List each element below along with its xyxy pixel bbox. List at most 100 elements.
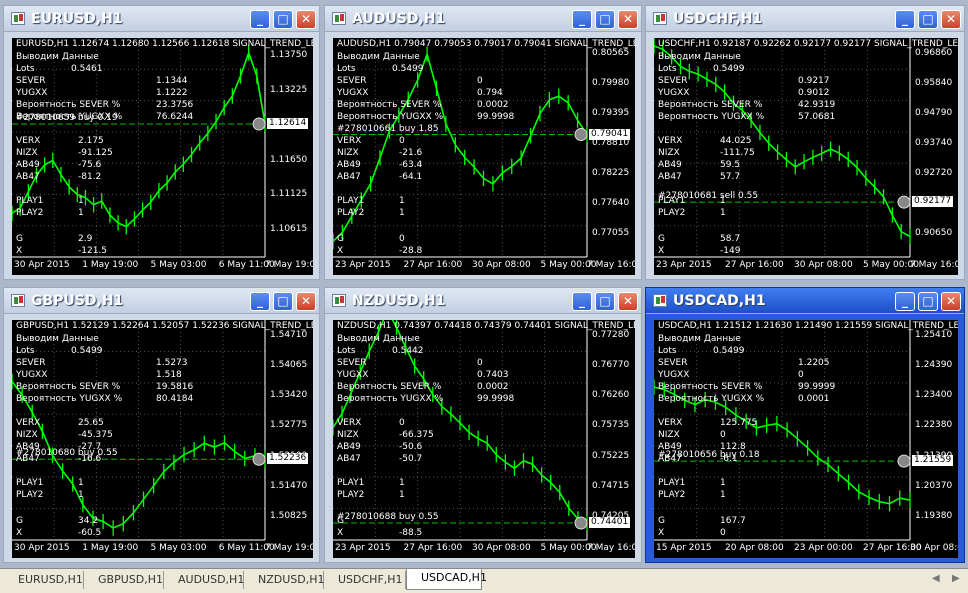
- chart-window-usdchf[interactable]: USDCHF,H1 _ □ ✕ USDCHF,H1 0.92187 0.9226…: [645, 5, 965, 280]
- chart-window-eurusd[interactable]: EURUSD,H1 _ □ ✕ EURUSD,H1 1.12674 1.1268…: [3, 5, 320, 280]
- price-chart[interactable]: USDCHF,H1 0.92187 0.92262 0.92177 0.9217…: [654, 38, 958, 275]
- info-label: Вероятность YUGXX %: [658, 394, 765, 404]
- info-label: SEVER: [337, 76, 367, 86]
- window-title: GBPUSD,H1: [31, 293, 124, 309]
- info-label: Вероятность SEVER %: [658, 100, 763, 110]
- info-row: Вероятность YUGXX % 99.9998: [337, 111, 514, 123]
- close-button[interactable]: ✕: [941, 10, 961, 29]
- info-value: 76.6244: [156, 112, 194, 122]
- info-label: YUGXX: [658, 370, 690, 380]
- order-marker-icon[interactable]: [897, 454, 911, 468]
- order-label: #278010656 buy 0.18: [658, 450, 760, 461]
- window-title: NZDUSD,H1: [352, 293, 446, 309]
- price-tick-label: 1.24390: [915, 360, 953, 371]
- info-row: X -88.5: [337, 527, 443, 539]
- info-value: 0.5499: [71, 346, 103, 356]
- info-value: 99.9999: [798, 382, 836, 392]
- indicator-info-panel: Выводим Данные Lots 0.5442 SEVER 0 YUGXX…: [337, 333, 514, 539]
- minimize-button[interactable]: _: [572, 292, 592, 311]
- tab-scroll-left-icon[interactable]: ◀: [932, 573, 940, 584]
- info-row: PLAY2 1: [658, 489, 764, 501]
- order-marker-icon[interactable]: [574, 128, 588, 142]
- chart-header: GBPUSD,H1 1.52129 1.52264 1.52057 1.5223…: [16, 321, 313, 331]
- info-value: 99.9998: [477, 112, 515, 122]
- maximize-button[interactable]: □: [595, 10, 615, 29]
- minimize-button[interactable]: _: [250, 10, 270, 29]
- window-title: USDCHF,H1: [673, 11, 763, 27]
- close-button[interactable]: ✕: [618, 292, 638, 311]
- chart-window-nzdusd[interactable]: NZDUSD,H1 _ □ ✕ NZDUSD,H1 0.74397 0.7441…: [324, 287, 642, 563]
- info-row: PLAY2 1: [658, 207, 764, 219]
- price-tick-label: 1.52775: [270, 420, 308, 431]
- info-value: 0: [399, 418, 405, 428]
- info-row: Lots 0.5461: [16, 63, 122, 75]
- info-row: VERX 25.65: [16, 417, 122, 429]
- close-button[interactable]: ✕: [296, 292, 316, 311]
- chart-window-audusd[interactable]: AUDUSD,H1 _ □ ✕ AUDUSD,H1 0.79047 0.7905…: [324, 5, 642, 280]
- info-value: -149: [720, 246, 741, 256]
- price-tick-label: 1.10615: [270, 224, 308, 235]
- window-titlebar[interactable]: AUDUSD,H1 _ □ ✕: [325, 6, 641, 32]
- window-titlebar[interactable]: USDCHF,H1 _ □ ✕: [646, 6, 964, 32]
- window-titlebar[interactable]: USDCAD,H1 _ □ ✕: [646, 288, 964, 314]
- info-row: Выводим Данные: [337, 51, 443, 63]
- price-chart[interactable]: NZDUSD,H1 0.74397 0.74418 0.74379 0.7440…: [333, 320, 635, 558]
- tab-gbpusd-h1[interactable]: GBPUSD,H1: [84, 571, 164, 589]
- maximize-button[interactable]: □: [595, 292, 615, 311]
- info-label: AB47: [337, 454, 361, 464]
- info-value: 1: [399, 478, 405, 488]
- info-label: NIZX: [658, 148, 680, 158]
- info-label: PLAY2: [16, 490, 44, 500]
- tab-usdchf-h1[interactable]: USDCHF,H1: [324, 571, 406, 589]
- order-marker-icon[interactable]: [252, 117, 266, 131]
- info-label: AB47: [337, 172, 361, 182]
- maximize-button[interactable]: □: [273, 10, 293, 29]
- info-row: NIZX -111.75: [658, 147, 764, 159]
- tab-eurusd-h1[interactable]: EURUSD,H1: [4, 571, 84, 589]
- tab-audusd-h1[interactable]: AUDUSD,H1: [164, 571, 244, 589]
- info-value: 58.7: [720, 234, 741, 244]
- price-chart[interactable]: GBPUSD,H1 1.52129 1.52264 1.52057 1.5223…: [12, 320, 313, 558]
- info-row: X -28.8: [337, 245, 443, 257]
- info-row: YUGXX 0.7403: [337, 369, 509, 381]
- info-label: NIZX: [658, 430, 680, 440]
- maximize-button[interactable]: □: [918, 292, 938, 311]
- price-chart[interactable]: AUDUSD,H1 0.79047 0.79053 0.79017 0.7904…: [333, 38, 635, 275]
- info-label: G: [658, 234, 665, 244]
- info-label: YUGXX: [16, 88, 48, 98]
- price-tick-label: 0.76260: [592, 390, 630, 401]
- chart-window-gbpusd[interactable]: GBPUSD,H1 _ □ ✕ GBPUSD,H1 1.52129 1.5226…: [3, 287, 320, 563]
- chart-window-usdcad[interactable]: USDCAD,H1 _ □ ✕ USDCAD,H1 1.21512 1.2163…: [645, 287, 965, 563]
- minimize-button[interactable]: _: [250, 292, 270, 311]
- info-label: Lots: [16, 346, 35, 356]
- minimize-button[interactable]: _: [895, 292, 915, 311]
- info-label: VERX: [337, 418, 362, 428]
- window-titlebar[interactable]: GBPUSD,H1 _ □ ✕: [4, 288, 319, 314]
- info-label: Вероятность SEVER %: [658, 382, 763, 392]
- order-label: #278010661 buy 1.85: [337, 123, 439, 134]
- price-tick-label: 0.77280: [592, 330, 630, 341]
- maximize-button[interactable]: □: [273, 292, 293, 311]
- info-value: 0.794: [477, 88, 503, 98]
- order-marker-icon[interactable]: [897, 195, 911, 209]
- minimize-button[interactable]: _: [895, 10, 915, 29]
- close-button[interactable]: ✕: [941, 292, 961, 311]
- tab-usdcad-h1[interactable]: USDCAD,H1: [406, 569, 487, 590]
- info-label: Выводим Данные: [658, 52, 741, 62]
- info-label: Вероятность SEVER %: [16, 100, 121, 110]
- info-value: 59.5: [720, 160, 741, 170]
- info-label: YUGXX: [16, 370, 48, 380]
- order-marker-icon[interactable]: [252, 452, 266, 466]
- minimize-button[interactable]: _: [572, 10, 592, 29]
- maximize-button[interactable]: □: [918, 10, 938, 29]
- order-marker-icon[interactable]: [574, 516, 588, 530]
- price-chart[interactable]: USDCAD,H1 1.21512 1.21630 1.21490 1.2155…: [654, 320, 958, 558]
- close-button[interactable]: ✕: [296, 10, 316, 29]
- tab-nzdusd-h1[interactable]: NZDUSD,H1: [244, 571, 325, 589]
- info-row: Вероятность SEVER % 0.0002: [337, 99, 509, 111]
- close-button[interactable]: ✕: [618, 10, 638, 29]
- window-titlebar[interactable]: EURUSD,H1 _ □ ✕: [4, 6, 319, 32]
- window-titlebar[interactable]: NZDUSD,H1 _ □ ✕: [325, 288, 641, 314]
- price-chart[interactable]: EURUSD,H1 1.12674 1.12680 1.12566 1.1261…: [12, 38, 313, 275]
- tab-scroll-right-icon[interactable]: ▶: [952, 573, 960, 584]
